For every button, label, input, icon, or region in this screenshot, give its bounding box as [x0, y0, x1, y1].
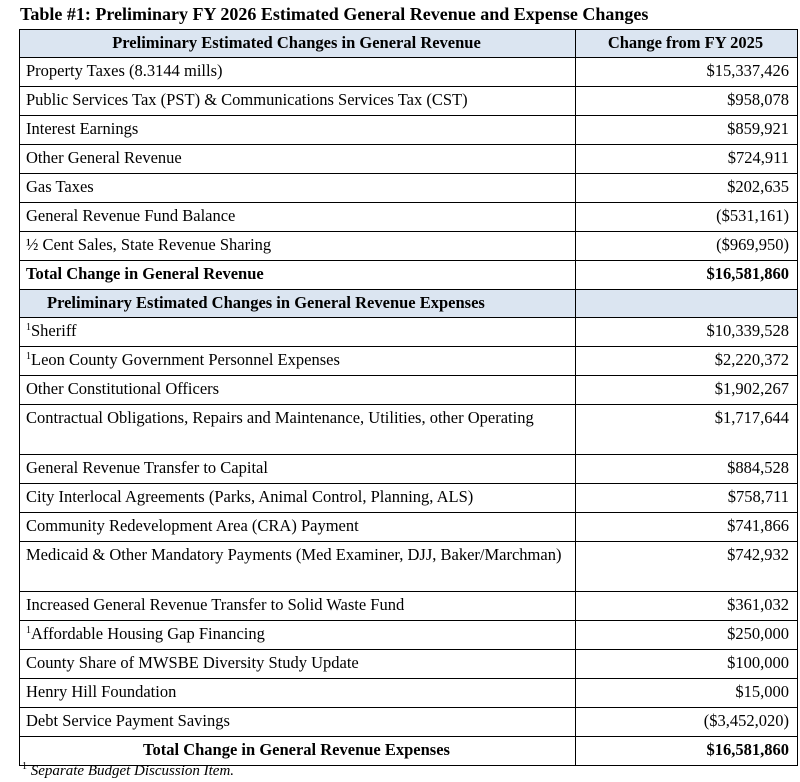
table-row: ½ Cent Sales, State Revenue Sharing ($96…	[19, 231, 798, 261]
row-value: $361,032	[575, 591, 798, 621]
row-value: $742,932	[575, 541, 798, 592]
row-label: Contractual Obligations, Repairs and Mai…	[19, 404, 576, 455]
row-value: $741,866	[575, 512, 798, 542]
table-row: Contractual Obligations, Repairs and Mai…	[19, 404, 798, 455]
table-row: 1Leon County Government Personnel Expens…	[19, 346, 798, 376]
row-value: $758,711	[575, 483, 798, 513]
change-column-header: Change from FY 2025	[575, 29, 798, 58]
row-label: Medicaid & Other Mandatory Payments (Med…	[19, 541, 576, 592]
row-label: Interest Earnings	[19, 115, 576, 145]
table-row: Property Taxes (8.3144 mills) $15,337,42…	[19, 57, 798, 87]
revenue-section-header: Preliminary Estimated Changes in General…	[19, 29, 576, 58]
row-label: Other General Revenue	[19, 144, 576, 174]
row-value: $724,911	[575, 144, 798, 174]
expenses-total-value: $16,581,860	[575, 736, 798, 766]
row-label: Leon County Government Personnel Expense…	[31, 350, 340, 369]
table-row: Interest Earnings $859,921	[19, 115, 798, 145]
row-value: $15,000	[575, 678, 798, 708]
row-label: Public Services Tax (PST) & Communicatio…	[19, 86, 576, 116]
table-row: Public Services Tax (PST) & Communicatio…	[19, 86, 798, 116]
expenses-section-header: Preliminary Estimated Changes in General…	[19, 289, 576, 318]
row-value: $15,337,426	[575, 57, 798, 87]
row-label: Other Constitutional Officers	[19, 375, 576, 405]
table-row: Increased General Revenue Transfer to So…	[19, 591, 798, 621]
row-value: $100,000	[575, 649, 798, 679]
table-row: Henry Hill Foundation $15,000	[19, 678, 798, 708]
row-label: Gas Taxes	[19, 173, 576, 203]
row-value: $250,000	[575, 620, 798, 650]
row-label: County Share of MWSBE Diversity Study Up…	[19, 649, 576, 679]
row-label-cell: 1Sheriff	[19, 317, 576, 347]
row-label: Property Taxes (8.3144 mills)	[19, 57, 576, 87]
row-value: $2,220,372	[575, 346, 798, 376]
row-label: Henry Hill Foundation	[19, 678, 576, 708]
row-label: Affordable Housing Gap Financing	[31, 624, 265, 643]
row-label: ½ Cent Sales, State Revenue Sharing	[19, 231, 576, 261]
footnote-text: Separate Budget Discussion Item.	[30, 763, 235, 779]
table-row: County Share of MWSBE Diversity Study Up…	[19, 649, 798, 679]
row-value: ($969,950)	[575, 231, 798, 261]
table-row: Medicaid & Other Mandatory Payments (Med…	[19, 541, 798, 592]
row-label: General Revenue Fund Balance	[19, 202, 576, 232]
row-label: General Revenue Transfer to Capital	[19, 454, 576, 484]
revenue-total-label: Total Change in General Revenue	[19, 260, 576, 290]
row-label: Debt Service Payment Savings	[19, 707, 576, 737]
row-label: Sheriff	[31, 321, 77, 340]
table-row: General Revenue Transfer to Capital $884…	[19, 454, 798, 484]
expenses-header-blank	[575, 289, 798, 318]
row-value: $1,902,267	[575, 375, 798, 405]
budget-changes-table: Preliminary Estimated Changes in General…	[19, 29, 798, 766]
row-label: City Interlocal Agreements (Parks, Anima…	[19, 483, 576, 513]
table-caption: Table #1: Preliminary FY 2026 Estimated …	[20, 4, 649, 24]
table-row: General Revenue Fund Balance ($531,161)	[19, 202, 798, 232]
table-row: 1Affordable Housing Gap Financing $250,0…	[19, 620, 798, 650]
revenue-header-row: Preliminary Estimated Changes in General…	[19, 29, 798, 58]
row-label: Community Redevelopment Area (CRA) Payme…	[19, 512, 576, 542]
row-value: $884,528	[575, 454, 798, 484]
table-row: Other General Revenue $724,911	[19, 144, 798, 174]
table-row: Gas Taxes $202,635	[19, 173, 798, 203]
expenses-header-row: Preliminary Estimated Changes in General…	[19, 289, 798, 318]
table-row: Community Redevelopment Area (CRA) Payme…	[19, 512, 798, 542]
row-value: ($3,452,020)	[575, 707, 798, 737]
row-value: $958,078	[575, 86, 798, 116]
table-footnote: 1 Separate Budget Discussion Item.	[22, 762, 234, 780]
table-row: Other Constitutional Officers $1,902,267	[19, 375, 798, 405]
row-value: ($531,161)	[575, 202, 798, 232]
document-page: Table #1: Preliminary FY 2026 Estimated …	[0, 0, 800, 782]
row-value: $10,339,528	[575, 317, 798, 347]
revenue-total-value: $16,581,860	[575, 260, 798, 290]
revenue-total-row: Total Change in General Revenue $16,581,…	[19, 260, 798, 290]
table-row: Debt Service Payment Savings ($3,452,020…	[19, 707, 798, 737]
row-label-cell: 1Affordable Housing Gap Financing	[19, 620, 576, 650]
footnote-marker: 1	[22, 761, 27, 772]
row-label-cell: 1Leon County Government Personnel Expens…	[19, 346, 576, 376]
row-label: Increased General Revenue Transfer to So…	[19, 591, 576, 621]
row-value: $859,921	[575, 115, 798, 145]
row-value: $1,717,644	[575, 404, 798, 455]
row-value: $202,635	[575, 173, 798, 203]
table-row: City Interlocal Agreements (Parks, Anima…	[19, 483, 798, 513]
table-row: 1Sheriff $10,339,528	[19, 317, 798, 347]
